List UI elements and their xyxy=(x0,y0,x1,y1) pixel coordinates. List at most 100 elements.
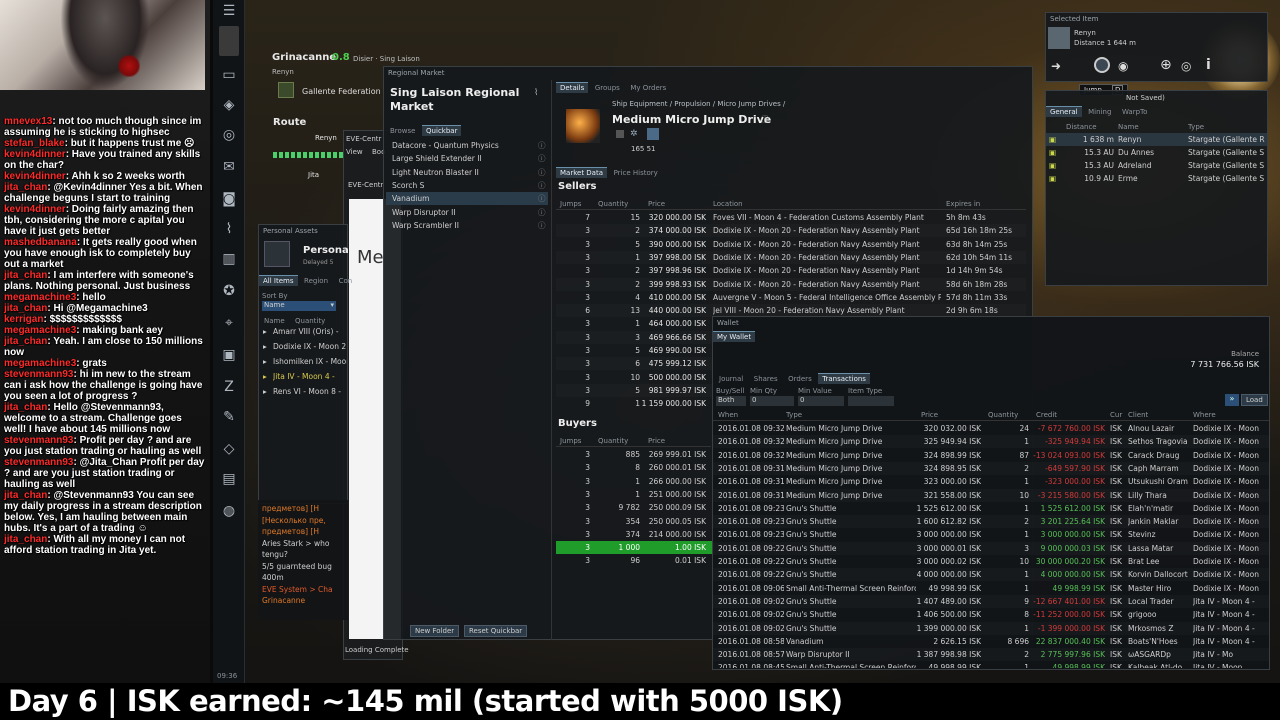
fitting-icon[interactable]: ▣ xyxy=(219,346,239,364)
compass-icon[interactable]: ◇ xyxy=(219,440,239,458)
transaction-row[interactable]: 2016.01.08 09:22 Gnu's Shuttle 3 000 000.0… xyxy=(713,555,1269,568)
overview-row[interactable]: ▣ 10.9 AU Erme Stargate (Gallente S xyxy=(1046,172,1267,185)
transaction-row[interactable]: 2016.01.08 09:31 Medium Micro Jump Drive 3… xyxy=(713,462,1269,475)
sell-col-jumps[interactable]: Jumps xyxy=(560,200,581,208)
chat-username[interactable]: jita_chan xyxy=(4,402,47,413)
chat-username[interactable]: stevenmann93 xyxy=(4,435,73,446)
industry-icon[interactable]: ▥ xyxy=(219,250,239,268)
chat-username[interactable]: mashedbanana xyxy=(4,237,77,248)
transaction-row[interactable]: 2016.01.08 09:02 Gnu's Shuttle 1 399 000.0… xyxy=(713,622,1269,635)
sell-order-row[interactable]: 3 4 410 000.00 ISK Auvergne V - Moon 5 - Fe… xyxy=(556,291,1026,304)
buy-order-row[interactable]: 3 885 269 999.01 ISK xyxy=(556,448,714,461)
chat-username[interactable]: megamachine3 xyxy=(4,325,76,336)
menu-icon[interactable]: ☰ xyxy=(219,2,239,20)
transaction-row[interactable]: 2016.01.08 09:31 Medium Micro Jump Drive 3… xyxy=(713,475,1269,488)
look-at-icon[interactable]: ◎ xyxy=(1181,59,1191,73)
sell-order-row[interactable]: 3 2 397 998.96 ISK Dodixie IX - Moon 20 - F… xyxy=(556,264,1026,277)
quickbar-item[interactable]: Datacore - Quantum Physics ⓘ xyxy=(386,139,548,152)
info-icon[interactable]: i xyxy=(1206,57,1211,73)
sell-order-row[interactable]: 3 2 374 000.00 ISK Dodixie IX - Moon 20 - F… xyxy=(556,224,1026,237)
transaction-row[interactable]: 2016.01.08 09:02 Gnu's Shuttle 1 406 500.0… xyxy=(713,608,1269,621)
chat-username[interactable]: megamachine3 xyxy=(4,358,76,369)
assets-col-name[interactable]: Name xyxy=(264,317,285,325)
chat-bubble-icon[interactable]: ▭ xyxy=(219,66,239,84)
minqty-input[interactable]: 0 xyxy=(750,396,794,406)
chat-username[interactable]: kerrigan xyxy=(4,314,43,325)
browser-view-menu[interactable]: View xyxy=(346,148,363,156)
overview-tab-mining[interactable]: Mining xyxy=(1084,107,1115,117)
buy-order-row[interactable]: 3 8 260 000.01 ISK xyxy=(556,461,714,474)
chat-username[interactable]: jita_chan xyxy=(4,336,47,347)
minvalue-input[interactable]: 0 xyxy=(798,396,844,406)
approach-icon[interactable]: ➜ xyxy=(1051,59,1061,73)
overview-tab-warpto[interactable]: WarpTo xyxy=(1118,107,1151,117)
transaction-row[interactable]: 2016.01.08 08:58 Vanadium 2 626.15 ISK 8 69… xyxy=(713,635,1269,648)
buy-order-row[interactable]: 3 9 782 250 000.09 ISK xyxy=(556,501,714,514)
transaction-row[interactable]: 2016.01.08 09:06 Small Anti-Thermal Scree… xyxy=(713,582,1269,595)
buy-order-row[interactable]: 3 1 251 000.00 ISK xyxy=(556,488,714,501)
reset-quickbar-button[interactable]: Reset Quickbar xyxy=(464,625,528,637)
chat-username[interactable]: stevenmann93 xyxy=(4,457,73,468)
quickbar-item[interactable]: Light Neutron Blaster II ⓘ xyxy=(386,166,548,179)
transaction-row[interactable]: 2016.01.08 08:57 Warp Disruptor II 1 387 9… xyxy=(713,648,1269,661)
col-quantity[interactable]: Quantity xyxy=(988,411,1018,419)
orbit-icon[interactable]: ◉ xyxy=(1118,59,1128,73)
chat-username[interactable]: kevin4dinner xyxy=(4,171,66,182)
asset-station-row[interactable]: ▸ Jita IV - Moon 4 - xyxy=(259,370,347,383)
load-button[interactable]: Load xyxy=(1241,394,1268,406)
overview-col-type[interactable]: Type xyxy=(1188,123,1204,131)
chat-username[interactable]: megamachine3 xyxy=(4,292,76,303)
transaction-row[interactable]: 2016.01.08 08:45 Small Anti-Thermal Scree… xyxy=(713,661,1269,668)
col-where[interactable]: Where xyxy=(1193,411,1216,419)
info-icon[interactable]: ⓘ xyxy=(538,206,546,219)
assets-tab-region[interactable]: Region xyxy=(300,276,332,286)
col-currency[interactable]: Cur xyxy=(1110,411,1122,419)
chat-username[interactable]: stevenmann93 xyxy=(4,369,73,380)
info-icon[interactable]: ⓘ xyxy=(538,192,546,205)
tab-market-data[interactable]: Market Data xyxy=(556,167,608,178)
mail-icon[interactable]: ✉ xyxy=(219,158,239,176)
info-icon[interactable]: ⓘ xyxy=(538,152,546,165)
sort-by-select[interactable]: Name ▾ xyxy=(262,301,336,311)
transaction-row[interactable]: 2016.01.08 09:23 Gnu's Shuttle 1 600 612.8… xyxy=(713,515,1269,528)
sell-order-row[interactable]: 3 2 399 998.93 ISK Dodixie IX - Moon 20 - F… xyxy=(556,278,1026,291)
asset-station-row[interactable]: ▸ Amarr VIII (Oris) - xyxy=(259,325,347,338)
tab-journal[interactable]: Journal xyxy=(715,374,747,384)
chat-username[interactable]: kevin4dinner xyxy=(4,204,66,215)
transaction-row[interactable]: 2016.01.08 09:22 Gnu's Shuttle 3 000 000.0… xyxy=(713,542,1269,555)
buy-order-row[interactable]: 3 374 214 000.00 ISK xyxy=(556,528,714,541)
chat-username[interactable]: stefan_blake xyxy=(4,138,65,149)
buy-order-row[interactable]: 3 354 250 000.05 ISK xyxy=(556,515,714,528)
overview-col-distance[interactable]: Distance xyxy=(1066,123,1097,131)
market-chart-icon[interactable]: ⌇ xyxy=(219,220,239,238)
info-icon[interactable]: ⓘ xyxy=(538,219,546,232)
quickbar-item[interactable]: Large Shield Extender II ⓘ xyxy=(386,152,548,165)
transaction-row[interactable]: 2016.01.08 09:31 Medium Micro Jump Drive 3… xyxy=(713,489,1269,502)
tab-quickbar[interactable]: Quickbar xyxy=(422,125,462,136)
tab-my-orders[interactable]: My Orders xyxy=(626,83,670,93)
notes-icon[interactable]: ✎ xyxy=(219,408,239,426)
chat-username[interactable]: jita_chan xyxy=(4,270,47,281)
quickbar-item[interactable]: Vanadium ⓘ xyxy=(386,192,548,206)
jump-icon[interactable] xyxy=(1094,57,1110,73)
sell-col-location[interactable]: Location xyxy=(713,200,743,208)
itemtype-input[interactable] xyxy=(848,396,894,406)
chat-username[interactable]: jita_chan xyxy=(4,534,47,545)
chat-username[interactable]: mnevex13 xyxy=(4,116,52,127)
quickbar-item[interactable]: Warp Scrambler II ⓘ xyxy=(386,219,548,232)
sell-col-quantity[interactable]: Quantity xyxy=(598,200,628,208)
buy-order-row[interactable]: 3 96 0.01 ISK xyxy=(556,554,714,567)
overview-col-name[interactable]: Name xyxy=(1118,123,1139,131)
item-info-icon[interactable]: ⓘ xyxy=(761,114,769,125)
chat-username[interactable]: kevin4dinner xyxy=(4,149,66,160)
overview-row[interactable]: ▣ 1 638 m Renyn Stargate (Gallente R xyxy=(1046,133,1267,146)
tab-browse[interactable]: Browse xyxy=(386,126,420,136)
z-icon[interactable]: Z xyxy=(219,378,239,396)
overview-tab-general[interactable]: General xyxy=(1046,106,1082,117)
market-chart-icon[interactable]: ⌇ xyxy=(534,88,538,98)
character-portrait[interactable] xyxy=(219,26,239,56)
transaction-row[interactable]: 2016.01.08 09:23 Gnu's Shuttle 3 000 000.0… xyxy=(713,528,1269,541)
assets-tab-con[interactable]: Con xyxy=(335,276,357,286)
transaction-row[interactable]: 2016.01.08 09:23 Gnu's Shuttle 1 525 612.0… xyxy=(713,502,1269,515)
assets-col-quantity[interactable]: Quantity xyxy=(295,317,325,325)
